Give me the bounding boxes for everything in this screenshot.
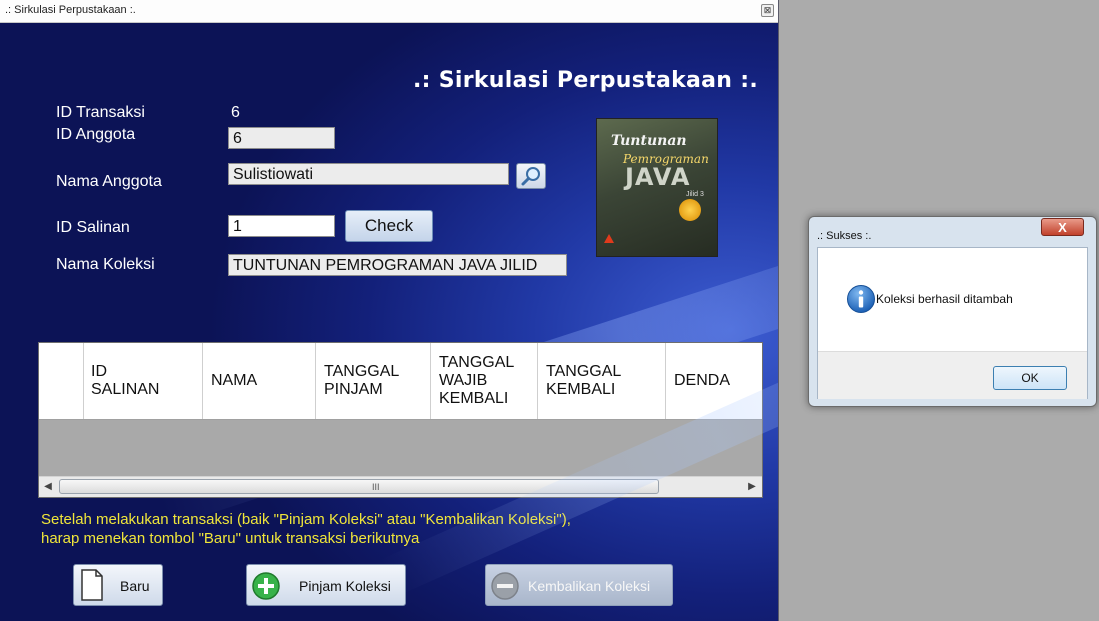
- dialog-close-button[interactable]: X: [1041, 218, 1084, 236]
- column-header-tanggal-kembali[interactable]: TANGGAL KEMBALI: [538, 343, 666, 419]
- book-title-line1: Tuntunan: [611, 133, 687, 149]
- horizontal-scrollbar[interactable]: ◀ III ▶: [39, 476, 762, 497]
- column-header-text: TANGGAL: [546, 363, 622, 380]
- id-transaksi-label: ID Transaksi: [56, 104, 145, 121]
- column-header-text: WAJIB: [439, 372, 488, 389]
- search-icon: [521, 167, 540, 186]
- id-salinan-field[interactable]: 1: [228, 215, 335, 237]
- book-seal-icon: [679, 199, 701, 221]
- column-header-text: ID: [91, 363, 107, 380]
- book-title-line3: JAVA: [625, 163, 691, 191]
- column-header-nama[interactable]: NAMA: [203, 343, 316, 419]
- id-salinan-label: ID Salinan: [56, 219, 130, 236]
- dialog-footer: OK: [818, 351, 1087, 399]
- remove-icon: [491, 572, 519, 600]
- pinjam-koleksi-label: Pinjam Koleksi: [299, 578, 391, 594]
- column-header-text: DENDA: [674, 372, 731, 389]
- book-volume: Jilid 3: [686, 191, 704, 198]
- dialog-body: Koleksi berhasil ditambah OK: [817, 247, 1088, 399]
- check-button[interactable]: Check: [345, 210, 433, 242]
- dialog-title: .: Sukses :.: [817, 230, 872, 242]
- scroll-left-icon[interactable]: ◀: [39, 477, 57, 497]
- column-header-text: TANGGAL: [324, 363, 400, 380]
- baru-button[interactable]: Baru: [73, 564, 163, 606]
- nama-anggota-label: Nama Anggota: [56, 173, 162, 190]
- column-header-text: PINJAM: [324, 381, 383, 398]
- instruction-note-line1: Setelah melakukan transaksi (baik "Pinja…: [41, 511, 571, 528]
- nama-koleksi-field[interactable]: TUNTUNAN PEMROGRAMAN JAVA JILID: [228, 254, 567, 276]
- id-anggota-field[interactable]: 6: [228, 127, 335, 149]
- column-header-text: TANGGAL: [439, 354, 515, 371]
- success-dialog: .: Sukses :. X Koleksi berhasil ditambah…: [808, 216, 1097, 407]
- column-header-text: KEMBALI: [439, 390, 509, 407]
- new-document-icon: [81, 569, 103, 601]
- nama-anggota-field[interactable]: Sulistiowati: [228, 163, 509, 185]
- ok-button[interactable]: OK: [993, 366, 1067, 390]
- scroll-right-icon[interactable]: ▶: [743, 477, 761, 497]
- id-transaksi-value: 6: [231, 104, 240, 121]
- main-window: .: Sirkulasi Perpustakaan :. ⊠ .: Sirkul…: [0, 0, 779, 621]
- scrollbar-thumb[interactable]: III: [59, 479, 659, 494]
- page-heading: .: Sirkulasi Perpustakaan :.: [413, 68, 758, 93]
- pinjam-koleksi-button[interactable]: Pinjam Koleksi: [246, 564, 406, 606]
- publisher-logo-icon: [604, 234, 614, 243]
- main-close-button[interactable]: ⊠: [761, 4, 774, 17]
- nama-koleksi-label: Nama Koleksi: [56, 256, 155, 273]
- column-header-text: KEMBALI: [546, 381, 616, 398]
- kembalikan-koleksi-button[interactable]: Kembalikan Koleksi: [485, 564, 673, 606]
- scrollbar-grip: III: [372, 482, 380, 492]
- column-header-denda[interactable]: DENDA: [666, 343, 762, 419]
- row-header-corner: [39, 343, 84, 419]
- main-titlebar[interactable]: .: Sirkulasi Perpustakaan :. ⊠: [0, 0, 778, 23]
- loan-grid[interactable]: ID SALINAN NAMA TANGGAL PINJAM TANGGAL WAJI…: [38, 342, 763, 498]
- search-member-button[interactable]: [516, 163, 546, 189]
- dialog-message: Koleksi berhasil ditambah: [876, 292, 1013, 306]
- baru-label: Baru: [120, 578, 150, 594]
- column-header-tanggal-wajib-kembali[interactable]: TANGGAL WAJIB KEMBALI: [431, 343, 538, 419]
- id-anggota-label: ID Anggota: [56, 126, 136, 143]
- grid-header: ID SALINAN NAMA TANGGAL PINJAM TANGGAL WAJI…: [39, 343, 762, 420]
- book-cover-image: Tuntunan Pemrograman JAVA Jilid 3: [596, 118, 718, 257]
- instruction-note-line2: harap menekan tombol "Baru" untuk transa…: [41, 530, 420, 547]
- column-header-tanggal-pinjam[interactable]: TANGGAL PINJAM: [316, 343, 431, 419]
- add-icon: [252, 572, 280, 600]
- main-window-title: .: Sirkulasi Perpustakaan :.: [5, 4, 136, 16]
- column-header-text: SALINAN: [91, 381, 160, 398]
- column-header-text: NAMA: [211, 372, 258, 389]
- column-header-id-salinan[interactable]: ID SALINAN: [83, 343, 203, 419]
- info-icon: [847, 285, 875, 313]
- kembalikan-koleksi-label: Kembalikan Koleksi: [528, 578, 651, 594]
